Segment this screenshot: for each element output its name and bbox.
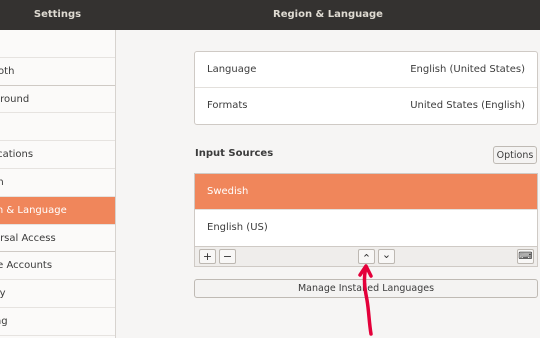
sidebar-item-background[interactable]: kground xyxy=(0,86,115,114)
sidebar-item-label: ring xyxy=(0,315,8,327)
sidebar-item-label: versal Access xyxy=(0,232,56,244)
sidebar-item-label: ine Accounts xyxy=(0,260,53,272)
sidebar-item-privacy[interactable]: acy xyxy=(0,280,115,308)
chevron-down-icon: ⌄ xyxy=(381,248,392,261)
sidebar-item-region-language[interactable]: ion & Language xyxy=(0,196,115,225)
keyboard-icon: ⌨ xyxy=(518,251,533,262)
move-up-button[interactable]: ⌃ xyxy=(358,249,375,265)
language-formats-panel: Language English (United States) Formats… xyxy=(194,51,538,125)
sidebar-item-dock[interactable]: k xyxy=(0,113,115,142)
sidebar-item-online-accounts[interactable]: ine Accounts xyxy=(0,252,115,281)
sidebar-item-label: ifications xyxy=(0,149,34,161)
formats-row[interactable]: Formats United States (English) xyxy=(195,88,537,124)
input-sources-title: Input Sources xyxy=(195,148,274,159)
manage-installed-languages-button[interactable]: Manage Installed Languages xyxy=(194,279,538,298)
language-label: Language xyxy=(207,64,257,75)
language-row[interactable]: Language English (United States) xyxy=(195,52,537,88)
sidebar-item-sharing[interactable]: ring xyxy=(0,308,115,336)
sidebar-item-wifi[interactable]: i xyxy=(0,30,115,58)
input-source-item[interactable]: Swedish xyxy=(195,174,537,210)
sidebar-item-label: tooth xyxy=(0,65,15,77)
sidebar-item-label: ion & Language xyxy=(0,204,67,216)
options-button[interactable]: Options xyxy=(493,146,537,164)
sidebar-item-label: rch xyxy=(0,169,4,197)
sidebar: i tooth kground k ifications rch ion & L… xyxy=(0,30,116,338)
remove-button[interactable]: − xyxy=(219,249,236,264)
panel-title: Region & Language xyxy=(273,9,383,20)
sidebar-item-label: acy xyxy=(0,288,6,300)
input-sources-list: Swedish English (US) xyxy=(194,173,538,247)
sidebar-item-bluetooth[interactable]: tooth xyxy=(0,58,115,86)
sidebar-item-notifications[interactable]: ifications xyxy=(0,141,115,169)
formats-label: Formats xyxy=(207,100,248,111)
header-bar: Settings Region & Language xyxy=(0,0,540,30)
add-button[interactable]: + xyxy=(199,249,216,264)
input-source-item[interactable]: English (US) xyxy=(195,210,537,246)
formats-value: United States (English) xyxy=(410,100,525,111)
input-sources-toolbar: + − ⌃ ⌄ ⌨ xyxy=(194,247,538,267)
language-value: English (United States) xyxy=(410,64,525,75)
keyboard-layout-button[interactable]: ⌨ xyxy=(517,249,534,264)
chevron-up-icon: ⌃ xyxy=(361,252,372,265)
sidebar-item-universal-access[interactable]: versal Access xyxy=(0,225,115,253)
sidebar-item-search[interactable]: rch xyxy=(0,169,115,197)
sidebar-title: Settings xyxy=(33,9,82,20)
sidebar-item-label: kground xyxy=(0,93,30,105)
move-down-button[interactable]: ⌄ xyxy=(378,249,395,264)
